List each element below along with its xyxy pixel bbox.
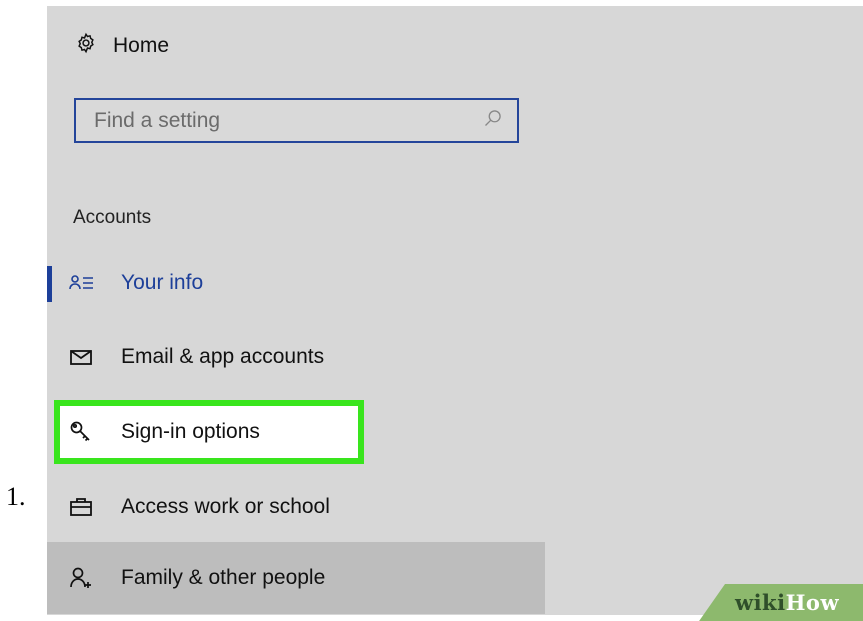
search-input[interactable] — [94, 108, 454, 133]
nav-item-sign-in-options[interactable]: Sign-in options — [47, 403, 545, 461]
add-person-icon — [69, 566, 99, 590]
nav-item-label: Email & app accounts — [121, 345, 325, 368]
gear-icon — [75, 32, 97, 59]
watermark-part1: wiki — [735, 590, 786, 615]
key-icon — [69, 420, 99, 444]
nav-item-label: Family & other people — [121, 566, 326, 589]
nav-item-email-app-accounts[interactable]: Email & app accounts — [47, 328, 545, 386]
watermark-part2: How — [785, 590, 840, 615]
nav-item-label: Your info — [121, 271, 204, 294]
search-icon[interactable] — [483, 108, 503, 133]
wikihow-watermark: wikiHow — [735, 590, 839, 615]
page: 1. Home Accounts — [0, 0, 863, 621]
nav-item-your-info[interactable]: Your info — [47, 254, 545, 312]
home-link[interactable]: Home — [75, 32, 169, 59]
settings-nav-panel: Home Accounts Your info — [47, 6, 863, 615]
list-number: 1. — [6, 482, 26, 511]
person-list-icon — [69, 271, 99, 295]
briefcase-icon — [69, 495, 99, 519]
nav-item-family-other-people[interactable]: Family & other people — [47, 542, 545, 614]
selection-indicator — [47, 266, 52, 302]
home-label: Home — [113, 33, 170, 57]
nav-item-access-work-school[interactable]: Access work or school — [47, 478, 545, 536]
nav-item-label: Sign-in options — [121, 420, 260, 443]
section-heading: Accounts — [73, 207, 152, 228]
search-box[interactable] — [74, 98, 519, 143]
nav-item-label: Access work or school — [121, 495, 330, 518]
mail-icon — [69, 345, 99, 369]
